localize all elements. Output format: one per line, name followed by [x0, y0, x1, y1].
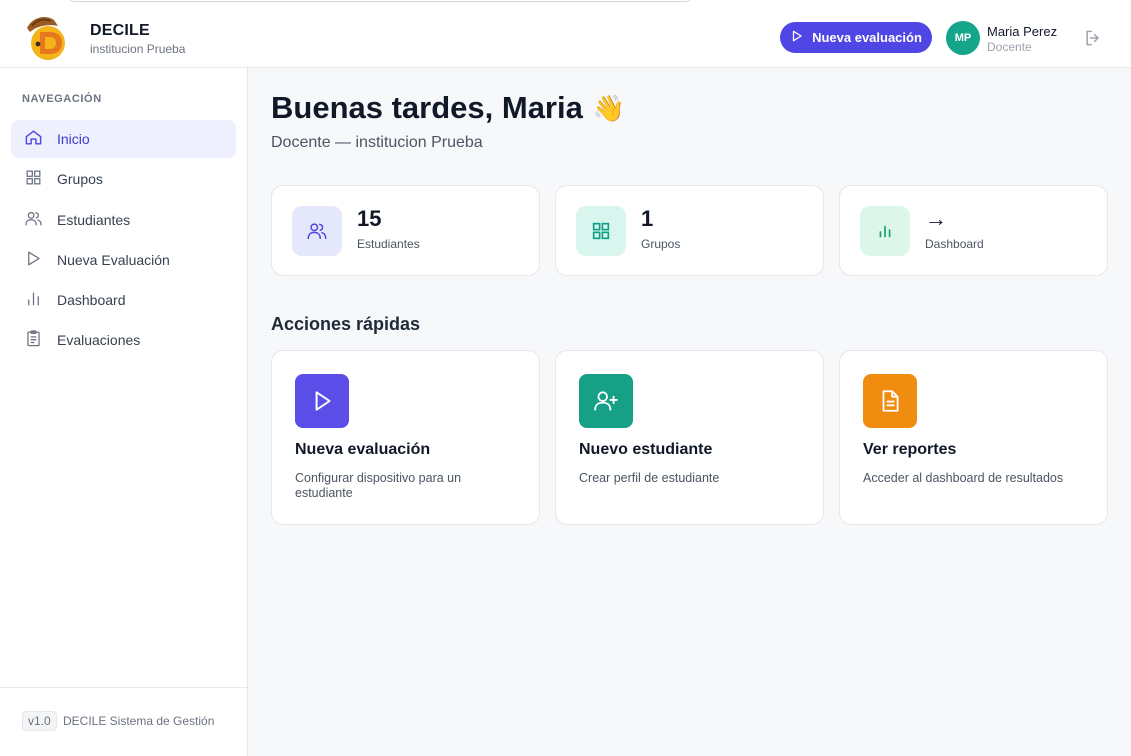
action-title: Nuevo estudiante [579, 441, 713, 458]
action-description: Configurar dispositivo para un estudiant… [295, 471, 462, 500]
new-evaluation-label: Nueva evaluación [812, 30, 922, 45]
user-plus-icon [579, 374, 633, 428]
action-card-ver-reportes[interactable]: Ver reportes Acceder al dashboard de res… [839, 350, 1108, 525]
action-description: Crear perfil de estudiante [579, 471, 720, 485]
stat-card-grupos[interactable]: 1 Grupos [555, 185, 824, 276]
stat-label: Grupos [641, 237, 681, 251]
user-avatar[interactable]: MP [946, 21, 980, 55]
decile-logo[interactable] [24, 12, 70, 62]
sidebar-item-dashboard[interactable]: Dashboard [11, 281, 236, 319]
nav-section-title: NAVEGACIÓN [22, 93, 102, 105]
user-role: Docente [987, 40, 1032, 54]
top-bar: DECILE institucion Prueba Nueva evaluaci… [0, 0, 1131, 68]
institution-name: institucion Prueba [90, 42, 186, 56]
new-evaluation-button[interactable]: Nueva evaluación [780, 22, 932, 53]
page-title: Buenas tardes, Maria 👋 [271, 90, 625, 126]
greeting-text: Buenas tardes, Maria [271, 90, 583, 125]
grid-icon [576, 206, 626, 256]
stat-card-estudiantes[interactable]: 15 Estudiantes [271, 185, 540, 276]
quick-actions-title: Acciones rápidas [271, 314, 421, 334]
user-name: Maria Perez [987, 24, 1058, 39]
sidebar-item-evaluaciones[interactable]: Evaluaciones [11, 321, 236, 359]
stat-card-dashboard[interactable]: → Dashboard [839, 185, 1108, 276]
sidebar-item-label: Evaluaciones [57, 332, 141, 349]
stat-value: 15 [357, 206, 382, 231]
stat-label: Dashboard [925, 237, 984, 251]
bar-chart-icon [860, 206, 910, 256]
action-card-nuevo-estudiante[interactable]: Nuevo estudiante Crear perfil de estudia… [555, 350, 824, 525]
sidebar-item-label: Grupos [57, 171, 103, 188]
play-icon [295, 374, 349, 428]
action-title: Nueva evaluación [295, 441, 431, 458]
action-title: Ver reportes [863, 441, 957, 458]
action-card-nueva-evaluacion[interactable]: Nueva evaluación Configurar dispositivo … [271, 350, 540, 525]
action-description: Acceder al dashboard de resultados [863, 471, 1064, 485]
sidebar-item-label: Estudiantes [57, 211, 131, 228]
sidebar-item-inicio[interactable]: Inicio [11, 120, 236, 158]
sidebar-item-label: Inicio [57, 131, 90, 147]
brand-name: DECILE [90, 22, 150, 39]
nav-list: Inicio Grupos Estudiantes Nueva Evaluaci… [11, 120, 236, 362]
sidebar-item-label: Dashboard [57, 292, 126, 309]
arrow-right-icon: → [925, 206, 947, 231]
logout-icon[interactable] [1083, 28, 1103, 48]
bar-chart-icon [24, 289, 43, 311]
stat-label: Estudiantes [357, 237, 420, 251]
home-icon [24, 128, 43, 150]
page-subtitle: Docente — institucion Prueba [271, 134, 483, 151]
sidebar-footer: v1.0 DECILE Sistema de Gestión [0, 687, 247, 756]
system-name: DECILE Sistema de Gestión [63, 714, 215, 728]
sidebar: NAVEGACIÓN Inicio Grupos Estudiantes Nue… [0, 68, 248, 756]
users-icon [24, 209, 43, 231]
sidebar-item-nueva-evaluacion[interactable]: Nueva Evaluación [11, 241, 236, 279]
play-icon [24, 249, 43, 271]
sidebar-item-label: Nueva Evaluación [57, 251, 170, 268]
version-badge: v1.0 [22, 711, 57, 731]
play-icon [790, 29, 804, 46]
sidebar-item-estudiantes[interactable]: Estudiantes [11, 201, 236, 239]
waving-hand-icon: 👋 [592, 92, 626, 123]
clipboard-icon [24, 329, 43, 351]
sidebar-item-grupos[interactable]: Grupos [11, 160, 236, 198]
grid-icon [24, 168, 43, 190]
stat-value: 1 [641, 206, 654, 231]
users-icon [292, 206, 342, 256]
browser-address-bar-edge [70, 0, 690, 2]
file-text-icon [863, 374, 917, 428]
